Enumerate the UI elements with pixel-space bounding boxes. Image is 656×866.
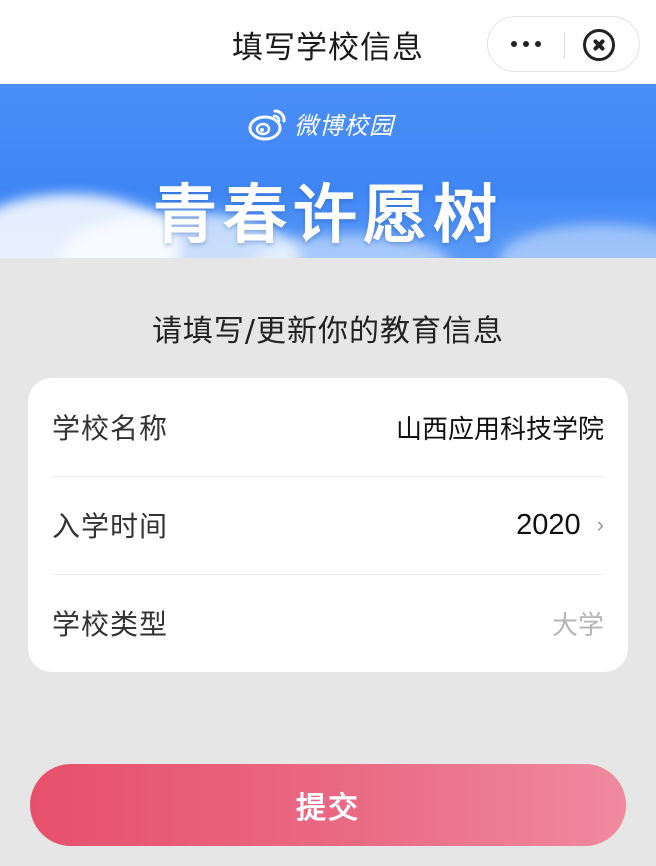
navigation-bar: 填写学校信息 bbox=[0, 0, 656, 84]
school-name-value: 山西应用科技学院 bbox=[395, 414, 604, 445]
school-name-label: 学校名称 bbox=[52, 412, 169, 445]
more-dots-icon[interactable] bbox=[488, 17, 564, 71]
enrollment-year-row[interactable]: 入学时间 2020 › bbox=[52, 476, 604, 574]
menu-capsule bbox=[487, 16, 640, 72]
school-type-value: 大学 bbox=[551, 610, 604, 641]
app-root: 填写学校信息 微博校园 青春许愿树 请填写/更新你的教育信息 学校名称 山西应用… bbox=[0, 0, 656, 866]
brand: 微博校园 bbox=[248, 106, 394, 141]
education-form-card: 学校名称 山西应用科技学院 入学时间 2020 › 学校类型 大学 bbox=[28, 378, 628, 672]
section-heading: 请填写/更新你的教育信息 bbox=[151, 314, 505, 349]
school-name-row: 学校名称 山西应用科技学院 bbox=[52, 378, 604, 476]
banner: 微博校园 青春许愿树 bbox=[0, 84, 656, 258]
enrollment-year-picker[interactable]: 2020 › bbox=[516, 509, 604, 542]
submit-button[interactable]: 提交 bbox=[30, 764, 626, 846]
enrollment-year-value: 2020 bbox=[516, 508, 581, 541]
capsule-divider bbox=[564, 32, 565, 58]
banner-title: 青春许愿树 bbox=[153, 179, 503, 253]
school-type-row: 学校类型 大学 bbox=[52, 574, 604, 672]
close-circle-icon[interactable] bbox=[583, 29, 615, 61]
school-type-label: 学校类型 bbox=[52, 608, 169, 641]
brand-text: 微博校园 bbox=[294, 112, 394, 140]
weibo-logo-icon bbox=[248, 108, 286, 140]
chevron-right-icon: › bbox=[596, 512, 604, 537]
enrollment-year-label: 入学时间 bbox=[52, 510, 169, 543]
